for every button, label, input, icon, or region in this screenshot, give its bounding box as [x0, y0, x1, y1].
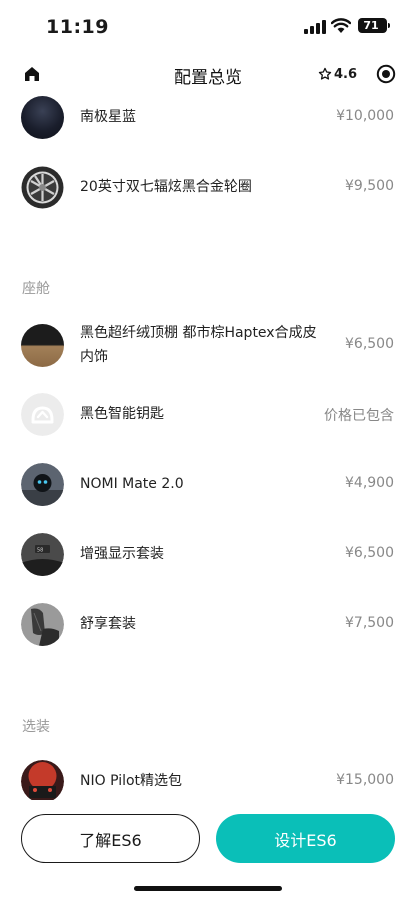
rating-value: 4.6 [334, 66, 358, 82]
wheel-icon [21, 166, 64, 209]
display-icon: 58 [21, 533, 64, 576]
list-item-smart-key[interactable]: 黑色智能钥匙 价格已包含 [0, 391, 416, 441]
item-label: 南极星蓝 [80, 109, 136, 125]
item-price: ¥7,500 [345, 615, 394, 631]
battery-icon: 71 [358, 18, 390, 33]
interior-swatch-icon [21, 324, 64, 367]
list-item-wheels[interactable]: 20英寸双七辐炫黑合金轮圈 ¥9,500 [0, 164, 416, 214]
item-price: ¥9,500 [345, 178, 394, 194]
wifi-icon [331, 18, 351, 33]
seat-icon [21, 603, 64, 646]
design-es6-button[interactable]: 设计ES6 [216, 814, 395, 863]
section-title-cabin: 座舱 [22, 281, 50, 297]
item-price: ¥6,500 [345, 336, 394, 352]
smart-key-icon [21, 393, 64, 436]
list-item-interior[interactable]: 黑色超纤绒顶棚 都市棕Haptex合成皮 内饰 ¥6,500 [0, 320, 416, 370]
star-icon [318, 67, 332, 80]
home-indicator[interactable] [134, 886, 282, 891]
item-price: 价格已包含 [324, 408, 394, 424]
paint-swatch-icon [21, 96, 64, 139]
item-label: NIO Pilot精选包 [80, 773, 183, 789]
nomi-icon [21, 463, 64, 506]
item-label-line2: 内饰 [80, 349, 108, 365]
nav-bar: 配置总览 4.6 [0, 54, 416, 94]
item-price: ¥15,000 [336, 772, 394, 788]
item-label: 舒享套装 [80, 616, 136, 632]
item-label: 20英寸双七辐炫黑合金轮圈 [80, 179, 252, 195]
status-time: 11:19 [46, 16, 109, 38]
config-list[interactable]: 南极星蓝 ¥10,000 20英寸双七辐炫黑合金轮圈 ¥9,500 座舱 黑色超… [0, 94, 416, 800]
list-item-comfort[interactable]: 舒享套装 ¥7,500 [0, 601, 416, 651]
signal-icon [304, 20, 326, 34]
battery-level: 71 [363, 19, 379, 32]
section-title-options: 选装 [22, 719, 50, 735]
item-label: NOMI Mate 2.0 [80, 476, 184, 492]
learn-es6-button[interactable]: 了解ES6 [21, 814, 200, 863]
status-bar: 11:19 71 [0, 0, 416, 54]
list-item-pilot[interactable]: NIO Pilot精选包 ¥15,000 [0, 758, 416, 800]
item-label: 黑色智能钥匙 [80, 406, 164, 422]
list-item-paint[interactable]: 南极星蓝 ¥10,000 [0, 94, 416, 144]
item-price: ¥10,000 [336, 108, 394, 124]
rating-badge[interactable]: 4.6 [318, 64, 357, 84]
list-item-nomi[interactable]: NOMI Mate 2.0 ¥4,900 [0, 461, 416, 511]
item-label: 增强显示套装 [80, 546, 164, 562]
footer-bar: 了解ES6 设计ES6 [0, 800, 416, 900]
list-item-display[interactable]: 58 增强显示套装 ¥6,500 [0, 531, 416, 581]
pilot-icon [21, 760, 64, 800]
item-price: ¥4,900 [345, 475, 394, 491]
target-icon[interactable] [376, 64, 396, 84]
item-price: ¥6,500 [345, 545, 394, 561]
item-label-line1: 黑色超纤绒顶棚 都市棕Haptex合成皮 [80, 325, 317, 341]
svg-text:58: 58 [37, 548, 43, 554]
